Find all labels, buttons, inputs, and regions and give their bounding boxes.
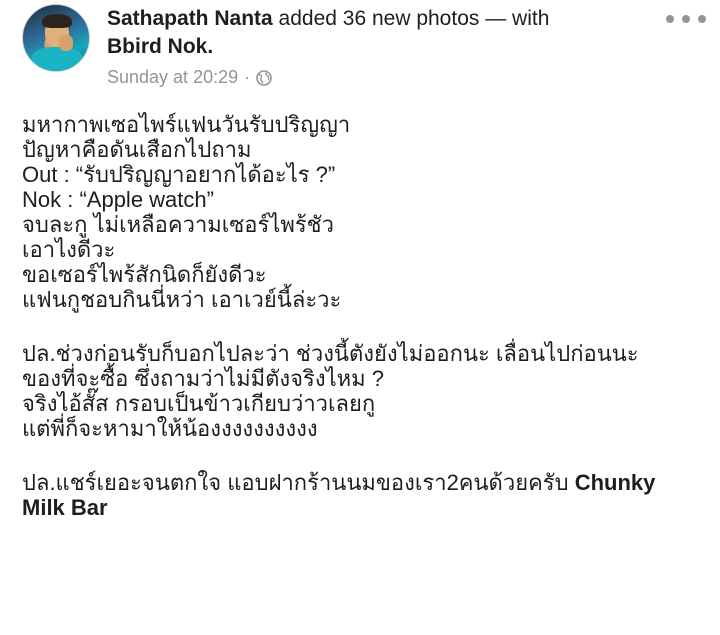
more-options-icon[interactable] bbox=[666, 8, 706, 30]
avatar-shirt bbox=[31, 47, 83, 71]
post-text-line: จริงไอ้สั๊ส กรอบเป็นข้าวเกียบว่าวเลยกู bbox=[22, 391, 376, 416]
post-text-line: แฟนกูชอบกินนี่หว่า เอาเวย์นี้ล่ะวะ bbox=[22, 287, 342, 312]
post-text-line: มหากาพเซอไพร์แฟนวันรับปริญญา bbox=[22, 112, 351, 137]
post-title-line: Sathapath Nanta added 36 new photos — wi… bbox=[107, 6, 549, 31]
post-paragraph-1: มหากาพเซอไพร์แฟนวันรับปริญญา ปัญหาคือดัน… bbox=[22, 112, 712, 312]
post-text-line: แต่พี่ก็จะหามาให้น้องงงงงงงงงง bbox=[22, 416, 318, 441]
more-dot-1 bbox=[666, 15, 674, 23]
tagged-suffix: . bbox=[207, 35, 214, 58]
avatar-hair bbox=[42, 14, 72, 28]
shop-plug-text: ปล.แชร์เยอะจนตกใจ แอบฝากร้านนมของเรา2คนด… bbox=[22, 470, 575, 495]
post-text-line: ขอเซอร์ไพร้สักนิดก็ยังดีวะ bbox=[22, 262, 267, 287]
post-paragraph-3: ปล.แชร์เยอะจนตกใจ แอบฝากร้านนมของเรา2คนด… bbox=[22, 470, 712, 520]
post-header: Sathapath Nanta added 36 new photos — wi… bbox=[0, 0, 720, 90]
meta-separator: · bbox=[244, 67, 251, 87]
post-meta: Sunday at 20:29 · bbox=[107, 66, 272, 88]
post-text-line: ของที่จะซื้อ ซึ่งถามว่าไม่มีตังจริงไหม ? bbox=[22, 366, 384, 391]
tagged-user-link[interactable]: Bbird Nok bbox=[107, 35, 207, 58]
post-text-line: เอาไงดีวะ bbox=[22, 237, 116, 262]
post-text-line: จบละกู ไม่เหลือความเซอร์ไพร้ชัว bbox=[22, 212, 334, 237]
post-text-line: ปล.ช่วงก่อนรับก็บอกไปละว่า ช่วงนี้ตังยัง… bbox=[22, 341, 639, 366]
tagged-line: Bbird Nok. bbox=[107, 34, 213, 59]
author-avatar[interactable] bbox=[22, 4, 90, 72]
post-text-line: Out : “รับปริญญาอยากได้อะไร ?” bbox=[22, 162, 336, 187]
more-dot-2 bbox=[682, 15, 690, 23]
post-action-text: added 36 new photos — with bbox=[272, 7, 550, 30]
globe-icon[interactable] bbox=[256, 69, 272, 86]
post-text-line: ปล.แชร์เยอะจนตกใจ แอบฝากร้านนมของเรา2คนด… bbox=[22, 470, 712, 495]
post-body: มหากาพเซอไพร์แฟนวันรับปริญญา ปัญหาคือดัน… bbox=[22, 112, 712, 520]
shop-name-part-1: Chunky bbox=[574, 470, 656, 495]
shop-name-part-2: Milk Bar bbox=[22, 495, 108, 520]
more-dot-3 bbox=[698, 15, 706, 23]
author-name-link[interactable]: Sathapath Nanta bbox=[107, 7, 273, 30]
post-timestamp[interactable]: Sunday at 20:29 bbox=[107, 66, 238, 88]
post-text-line: ปัญหาคือดันเสือกไปถาม bbox=[22, 137, 252, 162]
avatar-hand bbox=[59, 35, 73, 51]
post-text-line: Nok : “Apple watch” bbox=[22, 187, 214, 212]
post-paragraph-2: ปล.ช่วงก่อนรับก็บอกไปละว่า ช่วงนี้ตังยัง… bbox=[22, 341, 712, 441]
